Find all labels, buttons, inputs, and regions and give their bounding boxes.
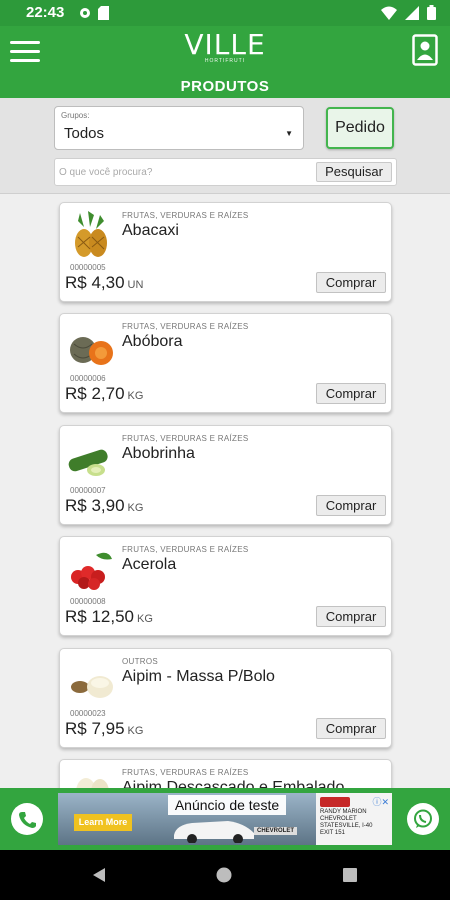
whatsapp-button[interactable] [407, 803, 439, 835]
car-icon [174, 821, 254, 843]
cassava-icon [76, 778, 109, 788]
price-unit: UN [127, 279, 144, 291]
cassava-dough-icon [71, 676, 113, 698]
product-name: Acerola [122, 556, 177, 573]
buy-button[interactable]: Comprar [316, 272, 386, 293]
recents-icon[interactable] [343, 868, 357, 882]
group-select[interactable]: Grupos: Todos ▼ [54, 106, 304, 150]
search-bar: Pesquisar [54, 158, 397, 186]
sd-card-icon [98, 6, 109, 20]
product-card[interactable]: FRUTAS, VERDURAS E RAÍZES Abobrinha 0000… [59, 425, 392, 525]
ad-car-brand: CHEVROLET [254, 827, 298, 835]
product-card[interactable]: OUTROS Aipim - Massa P/Bolo 00000023 R$ … [59, 648, 392, 748]
ad-dealer-text: RANDY MARION CHEVROLET STATESVILLE, I-40… [320, 809, 373, 836]
whatsapp-icon [414, 809, 432, 828]
ad-learn-more-button[interactable]: Learn More [74, 814, 132, 831]
product-card[interactable]: FRUTAS, VERDURAS E RAÍZES Acerola 000000… [59, 536, 392, 636]
pineapple-icon [75, 211, 107, 257]
search-button[interactable]: Pesquisar [316, 162, 392, 182]
product-code: 00000023 [70, 709, 106, 718]
signal-icon [405, 5, 419, 20]
buy-button[interactable]: Comprar [316, 495, 386, 516]
settings-gear-icon [80, 8, 90, 18]
product-card[interactable]: FRUTAS, VERDURAS E RAÍZES Abacaxi 000000… [59, 202, 392, 302]
product-price: R$ 7,95 KG [65, 719, 143, 739]
status-bar: 22:43 [0, 0, 450, 26]
logo-name: VILLE [184, 28, 266, 61]
buy-button[interactable]: Comprar [316, 606, 386, 627]
product-code: 00000006 [70, 374, 106, 383]
group-select-label: Grupos: [61, 111, 90, 120]
bottom-bar: Anúncio de teste Learn More CHEVROLET RA… [0, 788, 450, 850]
product-category: OUTROS [122, 657, 159, 666]
product-category: FRUTAS, VERDURAS E RAÍZES [122, 322, 249, 331]
page-title: PRODUTOS [180, 78, 270, 95]
price-unit: KG [127, 390, 144, 402]
price-value: R$ 7,95 [65, 719, 125, 738]
product-name: Abacaxi [122, 222, 179, 239]
product-category: FRUTAS, VERDURAS E RAÍZES [122, 434, 249, 443]
home-icon[interactable] [216, 867, 232, 883]
product-price: R$ 4,30 UN [65, 273, 143, 293]
phone-call-button[interactable] [11, 803, 43, 835]
system-nav-bar [0, 850, 450, 900]
phone-icon [19, 812, 36, 828]
price-value: R$ 4,30 [65, 273, 125, 292]
ad-label: Anúncio de teste [168, 795, 286, 815]
back-icon[interactable] [91, 867, 107, 883]
acerola-icon [71, 552, 112, 590]
status-time: 22:43 [26, 4, 65, 21]
app-header: VILLE HORTIFRUTI PRODUTOS [0, 26, 450, 98]
price-value: R$ 3,90 [65, 496, 125, 515]
dealer-logo [320, 797, 350, 807]
product-category: FRUTAS, VERDURAS E RAÍZES [122, 545, 249, 554]
product-price: R$ 12,50 KG [65, 607, 153, 627]
pumpkin-icon [70, 337, 113, 365]
ad-close-icon[interactable]: ⓘ✕ [372, 795, 389, 808]
price-unit: KG [137, 613, 153, 625]
product-name: Aipim Descascado e Embalado [122, 779, 345, 788]
product-name: Abobrinha [122, 445, 195, 462]
product-price: R$ 3,90 KG [65, 496, 143, 516]
battery-icon [427, 5, 436, 20]
filter-bar: Grupos: Todos ▼ Pedido Pesquisar [0, 98, 450, 194]
product-code: 00000005 [70, 263, 106, 272]
dropdown-arrow-icon: ▼ [285, 129, 293, 138]
logo-subtitle: HORTIFRUTI [204, 58, 246, 64]
product-card[interactable]: FRUTAS, VERDURAS E RAÍZES Aipim Descasca… [59, 759, 392, 788]
order-button[interactable]: Pedido [326, 107, 394, 149]
product-name: Aipim - Massa P/Bolo [122, 668, 275, 685]
product-category: FRUTAS, VERDURAS E RAÍZES [122, 211, 249, 220]
zucchini-icon [68, 449, 108, 476]
price-value: R$ 12,50 [65, 607, 134, 626]
buy-button[interactable]: Comprar [316, 718, 386, 739]
product-price: R$ 2,70 KG [65, 384, 143, 404]
price-unit: KG [127, 725, 144, 737]
app-logo: VILLE HORTIFRUTI [0, 28, 450, 65]
user-profile-icon[interactable] [412, 34, 438, 66]
ad-banner[interactable]: Anúncio de teste Learn More CHEVROLET RA… [58, 793, 392, 845]
group-select-value: Todos [64, 125, 105, 142]
product-name: Abóbora [122, 333, 183, 350]
price-value: R$ 2,70 [65, 384, 125, 403]
wifi-icon [381, 6, 397, 20]
search-input[interactable] [59, 163, 309, 181]
product-list[interactable]: FRUTAS, VERDURAS E RAÍZES Abacaxi 000000… [0, 195, 450, 788]
product-code: 00000007 [70, 486, 106, 495]
price-unit: KG [127, 502, 144, 514]
buy-button[interactable]: Comprar [316, 383, 386, 404]
product-code: 00000008 [70, 597, 106, 606]
product-card[interactable]: FRUTAS, VERDURAS E RAÍZES Abóbora 000000… [59, 313, 392, 413]
product-category: FRUTAS, VERDURAS E RAÍZES [122, 768, 249, 777]
